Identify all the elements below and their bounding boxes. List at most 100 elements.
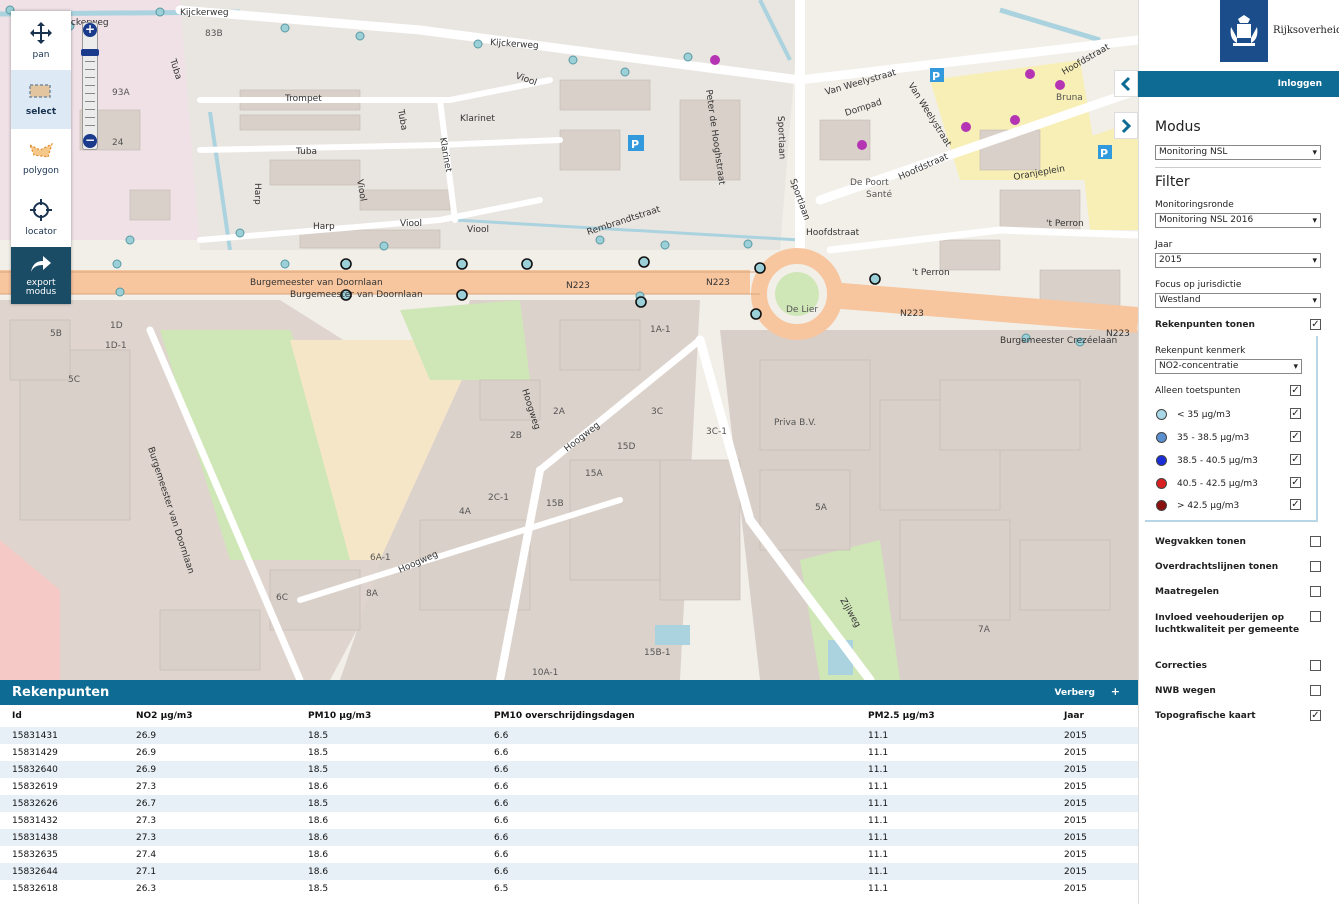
table-cell: 15831432 <box>12 815 58 826</box>
layer-checkbox[interactable] <box>1310 685 1321 696</box>
table-cell: 27.3 <box>124 829 296 846</box>
login-link[interactable]: Inloggen <box>1278 79 1322 89</box>
table-cell: 15832640 <box>0 761 124 778</box>
legend-checkbox[interactable]: ✓ <box>1290 408 1301 419</box>
zoom-out-button[interactable]: − <box>83 134 97 148</box>
table-row[interactable]: 15831431 26.9 18.5 6.6 11.1 2015 <box>0 727 1138 744</box>
login-bar: Inloggen <box>1138 71 1339 97</box>
table-row[interactable]: 15832644 27.1 18.6 6.6 11.1 2015 <box>0 863 1138 880</box>
zoom-handle[interactable] <box>81 49 99 56</box>
hide-panel-link[interactable]: Verberg <box>1055 688 1095 698</box>
alleen-toetspunten-checkbox[interactable]: ✓ <box>1290 385 1301 396</box>
table-cell: 18.6 <box>296 829 482 846</box>
table-row[interactable]: 15831429 26.9 18.5 6.6 11.1 2015 <box>0 744 1138 761</box>
column-header[interactable]: PM10 µg/m3 <box>296 705 482 727</box>
legend-checkbox[interactable]: ✓ <box>1290 499 1301 510</box>
table-cell: 18.6 <box>308 849 329 860</box>
column-header[interactable]: Jaar <box>1052 705 1138 727</box>
table-cell: 15832619 <box>12 781 58 792</box>
pan-tool[interactable]: pan <box>11 11 71 70</box>
zoom-slider[interactable]: + − <box>81 22 99 150</box>
kenmerk-value: NO2-concentratie <box>1159 361 1239 371</box>
select-label: select <box>25 107 57 117</box>
layer-label: NWB wegen <box>1155 686 1216 696</box>
column-header[interactable]: PM2.5 µg/m3 <box>856 705 1052 727</box>
table-cell: 26.9 <box>136 747 157 758</box>
collapse-sidebar-button[interactable] <box>1114 70 1138 97</box>
legend-checkbox[interactable]: ✓ <box>1290 477 1301 488</box>
column-header[interactable]: NO2 µg/m3 <box>124 705 296 727</box>
kenmerk-select[interactable]: NO2-concentratie ▾ <box>1155 359 1302 374</box>
filter-heading: Filter <box>1155 174 1190 190</box>
table-row[interactable]: 15832635 27.4 18.6 6.6 11.1 2015 <box>0 846 1138 863</box>
chevron-down-icon: ▾ <box>1293 362 1298 372</box>
table-cell: 18.6 <box>308 781 329 792</box>
map-canvas[interactable]: PPP Kijckerweg Kijckerweg Kijckerweg Tro… <box>0 0 1138 680</box>
share-arrow-icon <box>31 256 51 272</box>
table-cell: 15831438 <box>0 829 124 846</box>
table-cell: 2015 <box>1064 781 1087 792</box>
table-cell: 11.1 <box>856 829 1052 846</box>
table-cell: 11.1 <box>868 815 889 826</box>
logo-text: Rijksoverheid <box>1273 25 1339 36</box>
legend-label: 40.5 - 42.5 µg/m3 <box>1177 479 1258 489</box>
locator-label: locator <box>25 227 57 237</box>
rekenpunten-table: Id NO2 µg/m3 PM10 µg/m3 PM10 overschrijd… <box>0 705 1138 897</box>
table-cell: 6.6 <box>494 747 509 758</box>
column-header[interactable]: PM10 overschrijdingsdagen <box>482 705 856 727</box>
modus-select[interactable]: Monitoring NSL ▾ <box>1155 145 1321 160</box>
select-tool[interactable]: select <box>11 70 71 129</box>
column-header[interactable]: Id <box>0 705 124 727</box>
legend-checkbox[interactable]: ✓ <box>1290 454 1301 465</box>
table-header-row: Id NO2 µg/m3 PM10 µg/m3 PM10 overschrijd… <box>0 705 1138 727</box>
table-cell: 27.4 <box>136 849 157 860</box>
pan-icon <box>30 22 52 44</box>
layer-checkbox[interactable] <box>1310 660 1321 671</box>
alleen-toetspunten-label: Alleen toetspunten <box>1155 386 1241 396</box>
table-row[interactable]: 15832619 27.3 18.6 6.6 11.1 2015 <box>0 778 1138 795</box>
table-cell: 6.6 <box>482 829 856 846</box>
layer-checkbox[interactable]: ✓ <box>1310 710 1321 721</box>
expand-panel-button[interactable] <box>1114 112 1138 139</box>
table-cell: 11.1 <box>856 727 1052 744</box>
layer-label: Maatregelen <box>1155 587 1220 597</box>
export-mode-tool[interactable]: export modus <box>11 247 71 304</box>
table-row[interactable]: 15831438 27.3 18.6 6.6 11.1 2015 <box>0 829 1138 846</box>
table-row[interactable]: 15832640 26.9 18.5 6.6 11.1 2015 <box>0 761 1138 778</box>
zoom-in-button[interactable]: + <box>83 23 97 37</box>
table-cell: 26.9 <box>124 761 296 778</box>
chevron-down-icon: ▾ <box>1312 216 1317 226</box>
legend-label: < 35 µg/m3 <box>1177 410 1231 420</box>
jaar-value: 2015 <box>1159 255 1182 265</box>
table-row[interactable]: 15832618 26.3 18.5 6.5 11.1 2015 <box>0 880 1138 897</box>
table-row[interactable]: 15831432 27.3 18.6 6.6 11.1 2015 <box>0 812 1138 829</box>
polygon-tool[interactable]: polygon <box>11 129 71 188</box>
table-cell: 6.5 <box>494 883 509 894</box>
focus-select[interactable]: Westland ▾ <box>1155 293 1321 308</box>
table-cell: 15832644 <box>0 863 124 880</box>
table-row[interactable]: 15832626 26.7 18.5 6.6 11.1 2015 <box>0 795 1138 812</box>
jaar-select[interactable]: 2015 ▾ <box>1155 253 1321 268</box>
table-cell: 6.6 <box>482 795 856 812</box>
layer-checkbox[interactable] <box>1310 561 1321 572</box>
focus-label: Focus op jurisdictie <box>1155 280 1242 290</box>
legend-label: > 42.5 µg/m3 <box>1177 501 1240 511</box>
map-layer: P P P <box>0 0 1138 680</box>
rekenpunten-tonen-checkbox[interactable]: ✓ <box>1310 319 1321 330</box>
table-cell: 11.1 <box>868 781 889 792</box>
legend-checkbox[interactable]: ✓ <box>1290 431 1301 442</box>
layer-checkbox[interactable] <box>1310 611 1321 622</box>
layer-checkbox[interactable] <box>1310 586 1321 597</box>
table-cell: 2015 <box>1064 815 1087 826</box>
table-cell: 2015 <box>1064 747 1087 758</box>
expand-panel-plus[interactable]: + <box>1111 685 1120 698</box>
jaar-label: Jaar <box>1155 240 1173 250</box>
monitoringsronde-select[interactable]: Monitoring NSL 2016 ▾ <box>1155 213 1321 228</box>
layer-checkbox[interactable] <box>1310 536 1321 547</box>
legend-label: 38.5 - 40.5 µg/m3 <box>1177 456 1258 466</box>
locator-tool[interactable]: locator <box>11 188 71 247</box>
table-cell: 26.9 <box>124 727 296 744</box>
table-cell: 18.5 <box>308 883 329 894</box>
chevron-down-icon: ▾ <box>1312 296 1317 306</box>
table-cell: 27.3 <box>136 815 157 826</box>
